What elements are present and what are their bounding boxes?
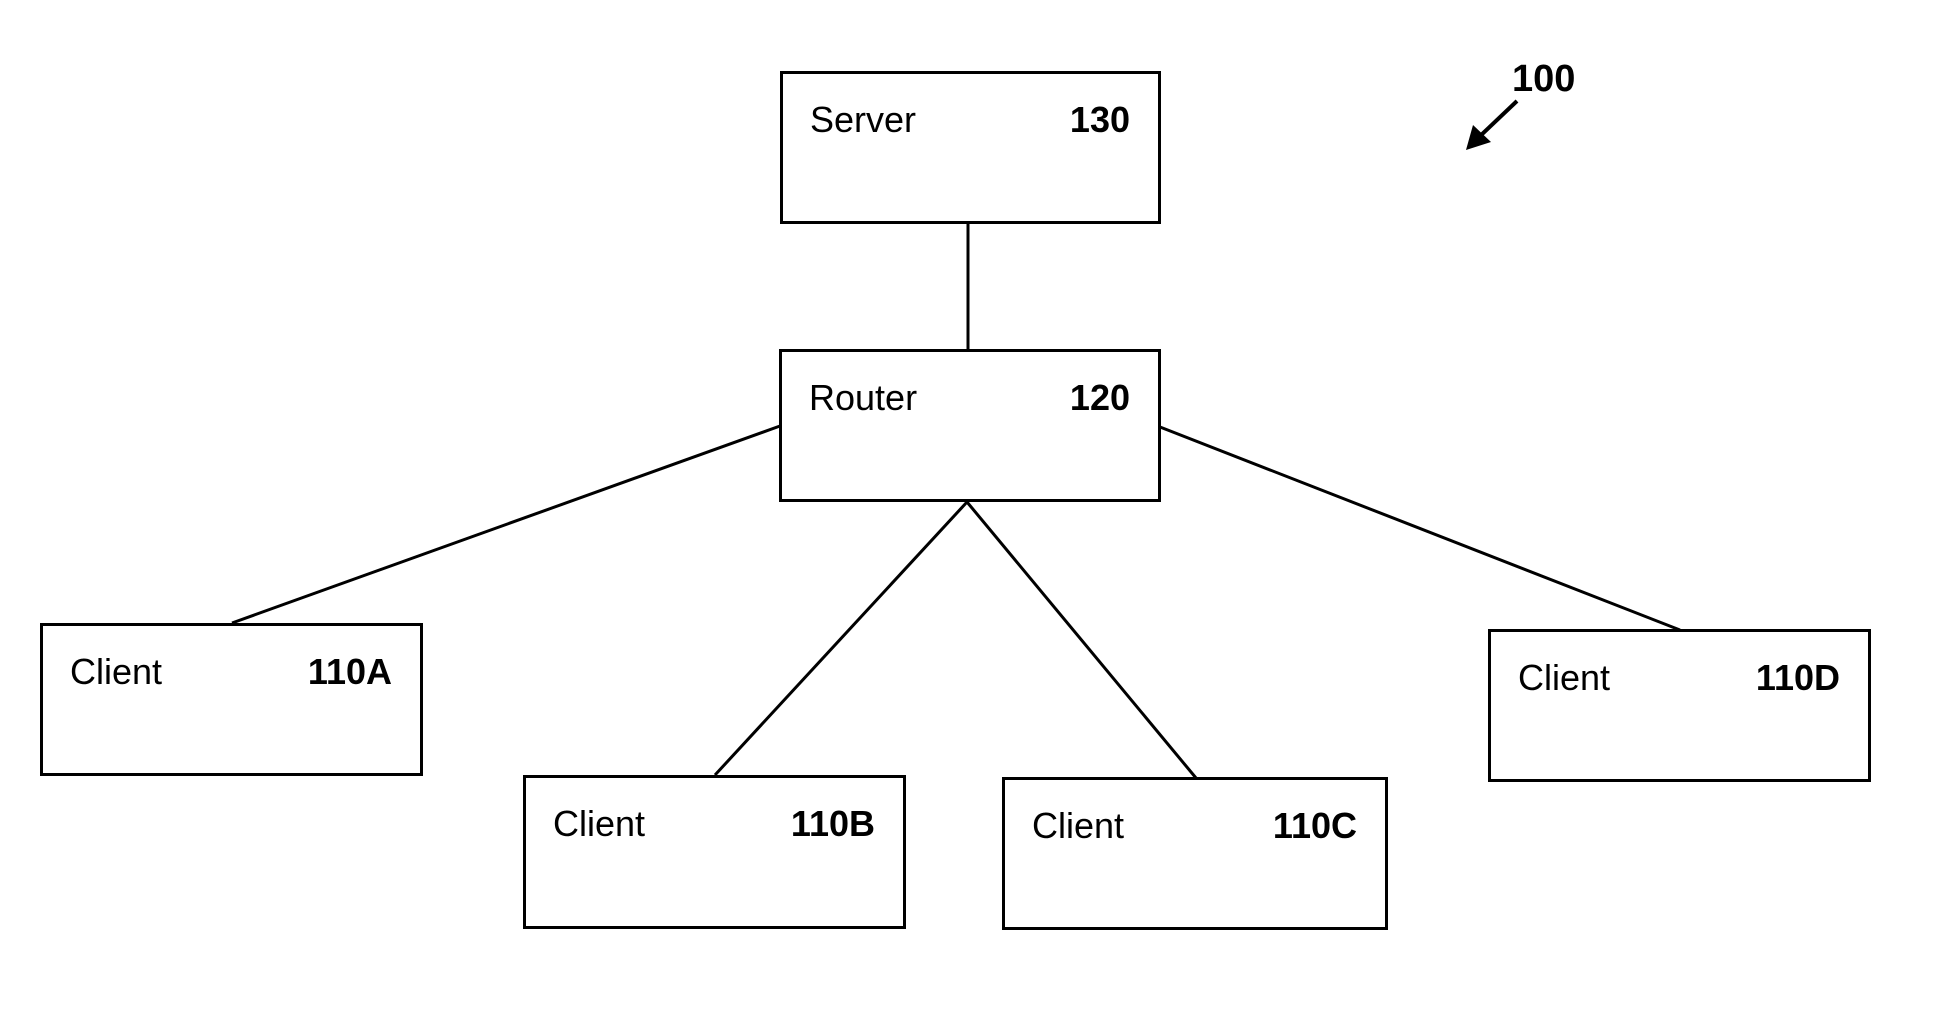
node-ref: 110C [1272,805,1357,846]
node-client-d: Client 110D [1488,629,1871,782]
figure-reference-label: 100 [1512,58,1576,100]
node-name: Client [1518,657,1611,698]
node-ref: 120 [1069,377,1130,418]
node-name: Client [553,803,646,844]
node-ref: 110B [790,803,875,844]
node-ref: 110A [307,651,392,692]
edge-router-client-c [965,501,1198,779]
node-client-b: Client 110B [523,775,906,929]
figure-reference-arrow-icon [1466,99,1519,150]
node-ref: 110D [1755,657,1840,698]
node-ref: 130 [1069,99,1130,140]
node-client-a: Client 110A [40,623,423,776]
node-router: Router 120 [779,349,1161,502]
edge-router-client-b [713,500,969,777]
node-name: Router [809,377,918,418]
node-server: Server 130 [780,71,1161,224]
node-name: Server [810,99,917,140]
node-name: Client [70,651,163,692]
node-client-c: Client 110C [1002,777,1388,930]
edge-router-client-a [231,424,781,625]
edge-router-client-d [1159,425,1681,632]
node-name: Client [1032,805,1125,846]
